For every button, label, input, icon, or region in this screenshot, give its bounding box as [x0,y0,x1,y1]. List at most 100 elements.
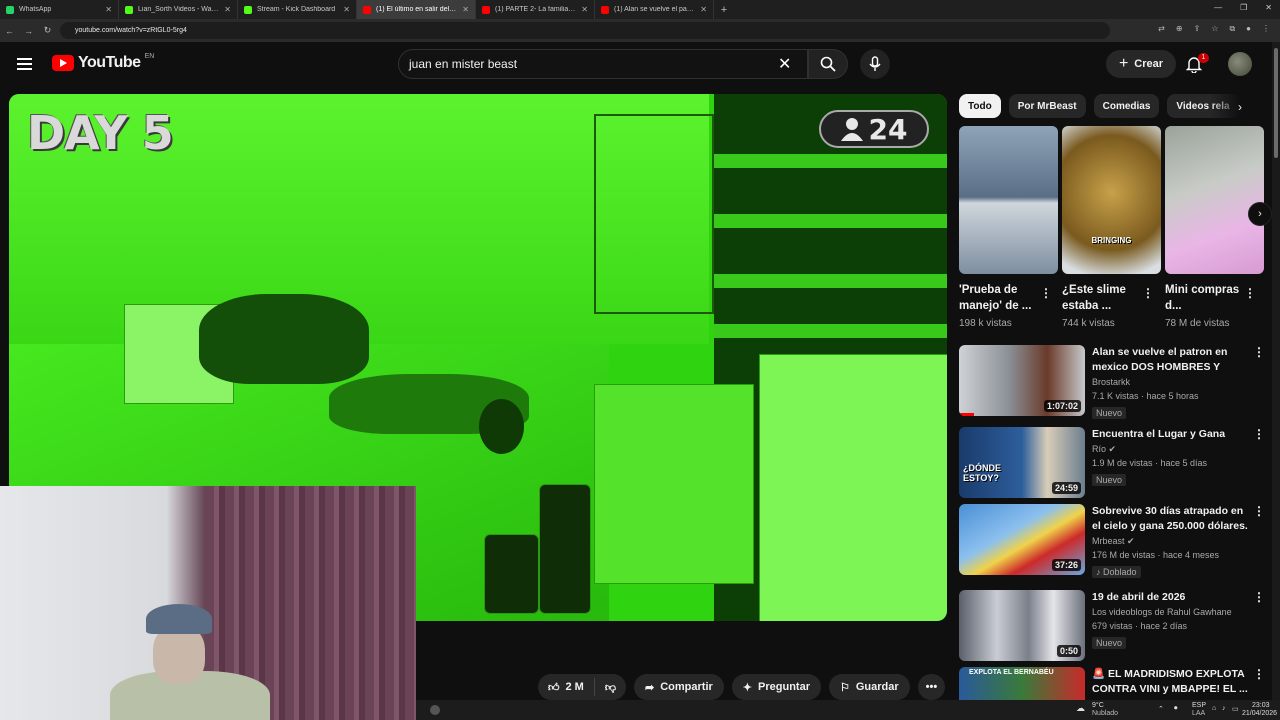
language-code[interactable]: ESP [1192,702,1206,709]
chip-comedias[interactable]: Comedias [1093,94,1160,118]
video-title[interactable]: Sobrevive 30 días atrapado en el cielo y… [1092,504,1252,534]
channel-name[interactable]: Mrbeast [1092,536,1125,546]
video-menu-icon[interactable]: ⋮ [1253,504,1265,518]
save-button[interactable]: ⚐ Guardar [828,674,910,700]
youtube-logo[interactable]: YouTube EN [52,53,154,72]
close-icon[interactable]: ✕ [343,5,350,14]
back-icon[interactable]: ← [0,26,19,36]
profile-icon[interactable]: ● [1246,24,1251,34]
like-button[interactable]: 👍︎ 2 M [538,678,595,696]
share-button[interactable]: ➦ Compartir [634,674,724,700]
bookmark-star-icon[interactable]: ☆ [1211,24,1218,34]
avatar[interactable] [1228,52,1252,76]
video-thumbnail[interactable]: 37:26 [959,504,1085,575]
video-menu-icon[interactable]: ⋮ [1253,345,1265,359]
clear-search-icon[interactable]: ✕ [778,54,791,74]
shorts-next-icon[interactable]: › [1248,202,1272,226]
close-window-icon[interactable]: ✕ [1265,3,1272,12]
minimize-icon[interactable]: — [1214,3,1222,12]
battery-icon[interactable]: ▭ [1232,705,1239,713]
list-item[interactable]: ¿DÓNDE ESTOY? 24:59 Encuentra el Lugar y… [959,427,1269,498]
dislike-button[interactable]: 👎︎ [595,681,626,694]
video-duration: 1:07:02 [1043,400,1081,412]
more-actions-button[interactable]: ••• [917,674,946,700]
menu-icon[interactable]: ⋮ [1262,24,1270,34]
tab-youtube-active[interactable]: (1) El último en salir del sup ✕ [357,0,476,19]
list-item[interactable]: 0:50 19 de abril de 2026 Los videoblogs … [959,590,1269,661]
status-badge: Nuevo [1092,407,1127,419]
short-thumbnail[interactable] [959,126,1058,274]
forward-icon[interactable]: → [19,26,38,36]
video-thumbnail[interactable]: ¿DÓNDE ESTOY? 24:59 [959,427,1085,498]
shorts-shelf: 'Prueba de manejo' de ... 198 k vistas B… [959,126,1264,329]
close-icon[interactable]: ✕ [224,5,231,14]
chips-next-icon[interactable]: › [1238,100,1242,114]
create-button[interactable]: + Crear [1106,50,1176,78]
status-badge: ♪ Doblado [1092,566,1141,578]
zoom-icon[interactable]: ⊕ [1176,24,1183,34]
tray-chevron-icon[interactable]: ⌃ [1158,705,1164,713]
extensions-icon[interactable]: ⧉ [1229,24,1235,34]
list-item[interactable]: 1:07:02 Alan se vuelve el patron en mexi… [959,345,1269,421]
video-thumbnail[interactable]: 0:50 [959,590,1085,661]
taskbar-app-icon[interactable] [430,705,440,715]
short-menu-icon[interactable]: ⋮ [1244,286,1256,300]
video-title[interactable]: 🚨 EL MADRIDISMO EXPLOTA CONTRA VINI y MB… [1092,667,1252,697]
list-item[interactable]: 37:26 Sobrevive 30 días atrapado en el c… [959,504,1269,580]
list-item[interactable]: EXPLOTA EL BERNABÉU 🚨 EL MADRIDISMO EXPL… [959,667,1269,700]
share-icon[interactable]: ⇪ [1194,24,1201,34]
chip-por-mrbeast[interactable]: Por MrBeast [1008,94,1086,118]
voice-search-button[interactable] [860,49,890,79]
tab-youtube-2[interactable]: (1) PARTE 2- La familia se e ✕ [476,0,595,19]
ask-button[interactable]: ✦ Preguntar [731,674,821,700]
search-input[interactable]: juan en mister beast [398,49,808,79]
close-icon[interactable]: ✕ [462,5,469,14]
translate-icon[interactable]: ⇄ [1158,24,1165,34]
share-arrow-icon: ➦ [645,681,655,694]
address-bar-icons: ⇄ ⊕ ⇪ ☆ ⧉ ● ⋮ [1158,24,1270,34]
short-title[interactable]: Mini compras d... [1165,282,1245,314]
chip-todo[interactable]: Todo [959,94,1001,118]
volume-icon[interactable]: ♪ [1222,705,1226,712]
new-tab-button[interactable]: + [714,4,734,16]
search-button[interactable] [808,49,848,79]
channel-name[interactable]: Los videoblogs de Rahul Gawhane [1092,605,1252,619]
short-menu-icon[interactable]: ⋮ [1142,286,1154,300]
channel-name[interactable]: Río [1092,444,1106,454]
short-thumbnail[interactable] [1165,126,1264,274]
clock-date[interactable]: 21/04/2026 [1242,710,1277,717]
maximize-icon[interactable]: ❐ [1240,3,1247,12]
channel-name[interactable]: Brostarkk [1092,375,1252,389]
tab-whatsapp[interactable]: WhatsApp ✕ [0,0,119,19]
video-actions: 👍︎ 2 M 👎︎ ➦ Compartir ✦ Preguntar ⚐ Guar… [538,674,946,700]
tab-youtube-3[interactable]: (1) Alan se vuelve el patron en ✕ [595,0,714,19]
video-menu-icon[interactable]: ⋮ [1253,667,1265,681]
short-thumbnail[interactable]: BRINGING [1062,126,1161,274]
tab-kick-dashboard[interactable]: Stream - Kick Dashboard ✕ [238,0,357,19]
close-icon[interactable]: ✕ [105,5,112,14]
microphone-tray-icon: ⏺ [1174,705,1178,712]
network-icon[interactable]: ⌂ [1212,705,1216,712]
scrollbar-thumb[interactable] [1274,48,1278,158]
video-title[interactable]: Alan se vuelve el patron en mexico DOS H… [1092,345,1252,375]
short-title[interactable]: ¿Este slime estaba ... [1062,282,1142,314]
video-thumbnail[interactable]: EXPLOTA EL BERNABÉU [959,667,1085,700]
hamburger-menu-icon[interactable] [17,58,32,70]
thumb-text: EXPLOTA EL BERNABÉU [969,669,1054,676]
clock-time[interactable]: 23:03 [1252,702,1270,709]
video-title[interactable]: 19 de abril de 2026 [1092,590,1252,605]
close-icon[interactable]: ✕ [581,5,588,14]
kick-icon [244,5,252,14]
tab-kick-videos[interactable]: Lian_Sorth Videos - Watch ✕ [119,0,238,19]
video-menu-icon[interactable]: ⋮ [1253,590,1265,604]
short-title[interactable]: 'Prueba de manejo' de ... [959,282,1039,314]
dubbed-icon: ♪ [1096,567,1104,577]
reload-icon[interactable]: ↻ [38,25,57,36]
video-title[interactable]: Encuentra el Lugar y Gana [1092,427,1252,442]
video-menu-icon[interactable]: ⋮ [1253,427,1265,441]
short-menu-icon[interactable]: ⋮ [1040,286,1052,300]
close-icon[interactable]: ✕ [700,5,707,14]
url-field[interactable]: youtube.com/watch?v=zRtGL0-5rg4 [60,22,1110,39]
video-thumbnail[interactable]: 1:07:02 [959,345,1085,416]
player-count-badge: 24 [819,110,929,148]
